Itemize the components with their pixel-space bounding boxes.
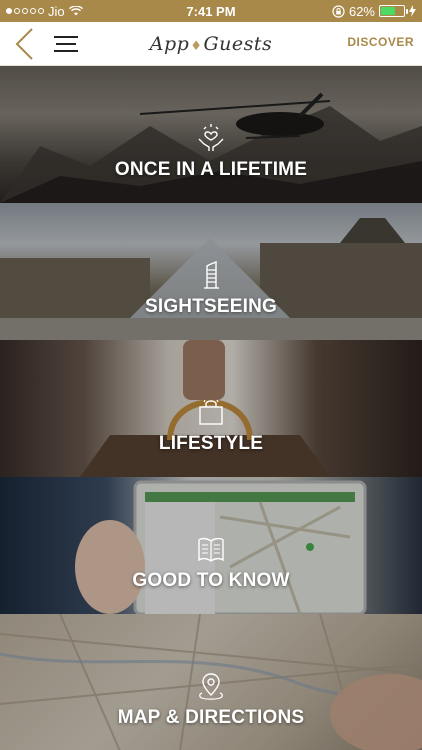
- charging-bolt-icon: [409, 5, 416, 17]
- tile-label: GOOD TO KNOW: [132, 570, 290, 591]
- open-book-icon: [198, 537, 224, 562]
- tile-label: LIFESTYLE: [158, 433, 264, 454]
- shopping-bag-icon: [199, 399, 223, 425]
- tile-label: ONCE IN A LIFETIME: [114, 159, 308, 180]
- discover-button[interactable]: DISCOVER: [347, 35, 414, 49]
- status-right: 62%: [332, 4, 416, 19]
- app-logo: App♦Guests: [149, 32, 273, 55]
- carrier-name: Jio: [48, 3, 65, 19]
- battery-percent: 62%: [348, 3, 375, 19]
- building-icon: [204, 260, 219, 289]
- tile-label: MAP & DIRECTIONS: [117, 707, 305, 728]
- tile-lifestyle[interactable]: LIFESTYLE: [0, 340, 422, 477]
- status-bar: Jio 7:41 PM 62%: [0, 0, 422, 22]
- wifi-icon: [68, 6, 83, 16]
- battery-icon: [379, 5, 408, 17]
- chevron-left-icon: [15, 27, 33, 60]
- tile-once-in-a-lifetime[interactable]: ONCE IN A LIFETIME: [0, 66, 422, 203]
- menu-button[interactable]: [48, 22, 84, 66]
- tile-label: SIGHTSEEING: [144, 296, 278, 317]
- logo-mark-icon: ♦: [190, 38, 203, 54]
- status-left: Jio: [6, 4, 83, 19]
- tile-map-and-directions[interactable]: MAP & DIRECTIONS: [0, 614, 422, 750]
- nav-bar: App♦Guests DISCOVER: [0, 22, 422, 66]
- signal-strength-icon: [6, 8, 44, 14]
- map-pin-icon: [199, 673, 223, 700]
- tile-sightseeing[interactable]: SIGHTSEEING: [0, 203, 422, 340]
- tile-good-to-know[interactable]: GOOD TO KNOW: [0, 477, 422, 614]
- status-time: 7:41 PM: [186, 3, 236, 19]
- back-button[interactable]: [4, 22, 44, 66]
- category-list: ONCE IN A LIFETIME SIGHTSEEING LIFESTYLE…: [0, 66, 422, 750]
- hamburger-icon: [54, 35, 78, 38]
- hands-heart-icon: [198, 124, 224, 151]
- rotation-lock-icon: [332, 4, 345, 18]
